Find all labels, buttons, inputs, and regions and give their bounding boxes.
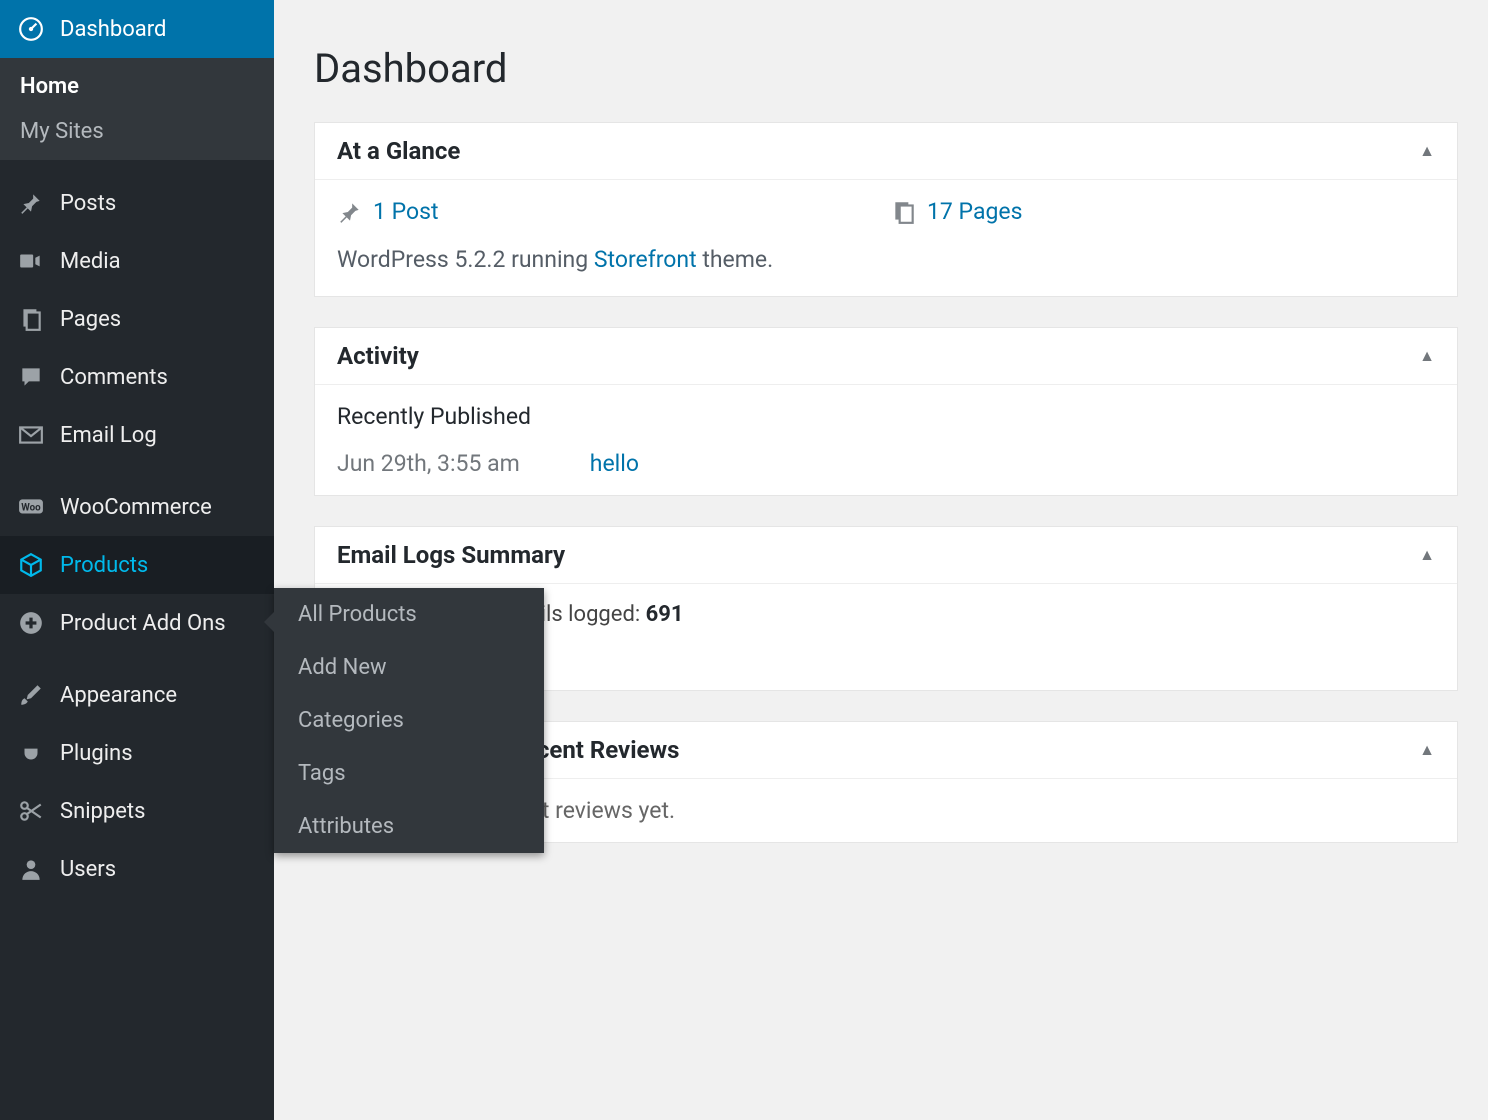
activity-subheading: Recently Published [337, 403, 1435, 430]
plus-circle-icon [16, 608, 46, 638]
page-title: Dashboard [314, 45, 1458, 92]
sidebar-item-label: Pages [60, 307, 121, 332]
emaillogs-title: Email Logs Summary [337, 541, 565, 569]
brush-icon [16, 680, 46, 710]
activity-header: Activity ▲ [315, 328, 1457, 385]
activity-box: Activity ▲ Recently Published Jun 29th, … [314, 327, 1458, 496]
sidebar-item-label: Plugins [60, 741, 133, 766]
sidebar-item-products[interactable]: Products [0, 536, 274, 594]
admin-sidebar: Dashboard Home My Sites Posts Media Page… [0, 0, 274, 1120]
sidebar-item-label: Posts [60, 191, 116, 216]
sidebar-item-label: Media [60, 249, 121, 274]
sidebar-item-media[interactable]: Media [0, 232, 274, 290]
emaillogs-header: Email Logs Summary ▲ [315, 527, 1457, 584]
sidebar-item-emaillog[interactable]: Email Log [0, 406, 274, 464]
sidebar-item-dashboard[interactable]: Dashboard [0, 0, 274, 58]
sidebar-item-label: Comments [60, 365, 168, 390]
at-a-glance-header: At a Glance ▲ [315, 123, 1457, 180]
at-a-glance-title: At a Glance [337, 137, 460, 165]
sidebar-item-appearance[interactable]: Appearance [0, 666, 274, 724]
flyout-all-products[interactable]: All Products [274, 588, 544, 641]
comment-icon [16, 362, 46, 392]
wp-version-suffix: theme. [697, 246, 774, 273]
pages-icon [891, 199, 917, 225]
sidebar-item-label: WooCommerce [60, 495, 212, 520]
user-icon [16, 854, 46, 884]
box-icon [16, 550, 46, 580]
wp-version-line: WordPress 5.2.2 running Storefront theme… [337, 243, 1435, 278]
sidebar-item-pages[interactable]: Pages [0, 290, 274, 348]
products-flyout: All Products Add New Categories Tags Att… [274, 588, 544, 853]
pin-icon [337, 199, 363, 225]
scissors-icon [16, 796, 46, 826]
flyout-add-new[interactable]: Add New [274, 641, 544, 694]
collapse-toggle[interactable]: ▲ [1419, 346, 1435, 366]
sidebar-item-label: Snippets [60, 799, 146, 824]
mail-icon [16, 420, 46, 450]
flyout-attributes[interactable]: Attributes [274, 800, 544, 853]
theme-link[interactable]: Storefront [594, 246, 697, 273]
media-icon [16, 246, 46, 276]
sidebar-item-label: Product Add Ons [60, 611, 226, 636]
collapse-toggle[interactable]: ▲ [1419, 141, 1435, 161]
dashboard-icon [16, 14, 46, 44]
flyout-categories[interactable]: Categories [274, 694, 544, 747]
wp-version-prefix: WordPress 5.2.2 running [337, 246, 594, 273]
sidebar-item-label: Dashboard [60, 17, 166, 42]
sidebar-item-users[interactable]: Users [0, 840, 274, 898]
collapse-toggle[interactable]: ▲ [1419, 545, 1435, 565]
emaillogs-total-value: 691 [646, 602, 684, 627]
sidebar-item-label: Products [60, 553, 148, 578]
sidebar-item-plugins[interactable]: Plugins [0, 724, 274, 782]
flyout-tags[interactable]: Tags [274, 747, 544, 800]
activity-title: Activity [337, 342, 419, 370]
sidebar-item-label: Appearance [60, 683, 177, 708]
svg-text:Woo: Woo [21, 502, 41, 513]
dashboard-submenu: Home My Sites [0, 58, 274, 160]
activity-post-link[interactable]: hello [590, 450, 639, 477]
sidebar-item-label: Users [60, 857, 116, 882]
submenu-home[interactable]: Home [0, 64, 274, 109]
collapse-toggle[interactable]: ▲ [1419, 740, 1435, 760]
submenu-my-sites[interactable]: My Sites [0, 109, 274, 154]
sidebar-item-posts[interactable]: Posts [0, 174, 274, 232]
posts-count-link[interactable]: 1 Post [373, 198, 439, 225]
sidebar-item-snippets[interactable]: Snippets [0, 782, 274, 840]
activity-date: Jun 29th, 3:55 am [337, 450, 520, 477]
sidebar-item-comments[interactable]: Comments [0, 348, 274, 406]
sidebar-item-productaddons[interactable]: Product Add Ons [0, 594, 274, 652]
pages-count-link[interactable]: 17 Pages [927, 198, 1022, 225]
woocommerce-icon: Woo [16, 492, 46, 522]
plug-icon [16, 738, 46, 768]
pages-icon [16, 304, 46, 334]
at-a-glance-box: At a Glance ▲ 1 Post 17 Pages [314, 122, 1458, 297]
main-content: Dashboard At a Glance ▲ 1 Post 17 Pages [274, 0, 1488, 1120]
sidebar-item-woocommerce[interactable]: Woo WooCommerce [0, 478, 274, 536]
pin-icon [16, 188, 46, 218]
sidebar-item-label: Email Log [60, 423, 157, 448]
